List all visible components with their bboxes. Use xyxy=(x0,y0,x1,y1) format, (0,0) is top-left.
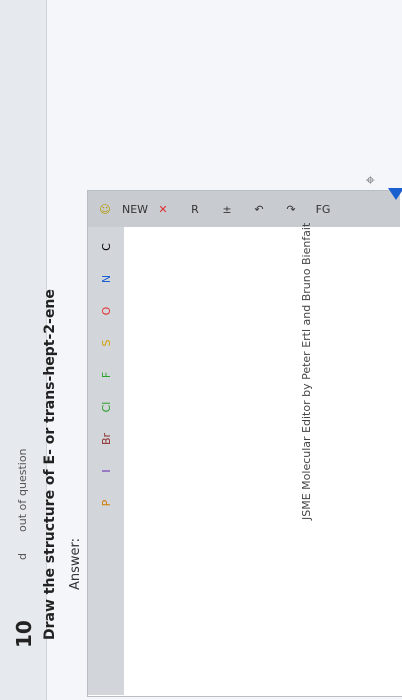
r-group-button[interactable]: R xyxy=(184,198,206,220)
jsme-editor: ☺ NEW ✕ R ± ↶ ↷ FG C N O S F Cl Br I P xyxy=(87,190,402,697)
editor-credit: JSME Molecular Editor by Peter Ertl and … xyxy=(300,222,313,520)
element-cl[interactable]: Cl xyxy=(96,395,116,419)
element-i[interactable]: I xyxy=(96,459,116,483)
points-label: d xyxy=(16,553,29,560)
redo-icon[interactable]: ↷ xyxy=(280,198,302,220)
undo-icon[interactable]: ↶ xyxy=(248,198,270,220)
expand-arrow-icon[interactable] xyxy=(388,188,402,200)
drawing-canvas[interactable] xyxy=(124,227,400,695)
functional-group-button[interactable]: FG xyxy=(312,198,334,220)
element-c[interactable]: C xyxy=(96,235,116,259)
top-toolbar: ☺ NEW ✕ R ± ↶ ↷ FG xyxy=(88,191,400,228)
delete-icon[interactable]: ✕ xyxy=(152,198,174,220)
answer-label: Answer: xyxy=(68,537,83,590)
element-o[interactable]: O xyxy=(96,299,116,323)
element-s[interactable]: S xyxy=(96,331,116,355)
element-p[interactable]: P xyxy=(96,491,116,515)
element-n[interactable]: N xyxy=(96,267,116,291)
question-number: 10 xyxy=(12,620,36,648)
smile-icon[interactable]: ☺ xyxy=(94,198,116,220)
question-label: question xyxy=(16,448,29,496)
charge-button[interactable]: ± xyxy=(216,198,238,220)
new-molecule-button[interactable]: NEW xyxy=(122,198,148,220)
question-prompt: Draw the structure of E- or trans-hept-2… xyxy=(42,289,58,640)
element-panel: C N O S F Cl Br I P xyxy=(88,227,125,695)
out-of-label: out of xyxy=(16,499,29,532)
element-br[interactable]: Br xyxy=(96,427,116,451)
cursor-icon: ⌖ xyxy=(360,175,380,185)
element-f[interactable]: F xyxy=(96,363,116,387)
side-strip: 10 d out of question xyxy=(0,0,47,700)
